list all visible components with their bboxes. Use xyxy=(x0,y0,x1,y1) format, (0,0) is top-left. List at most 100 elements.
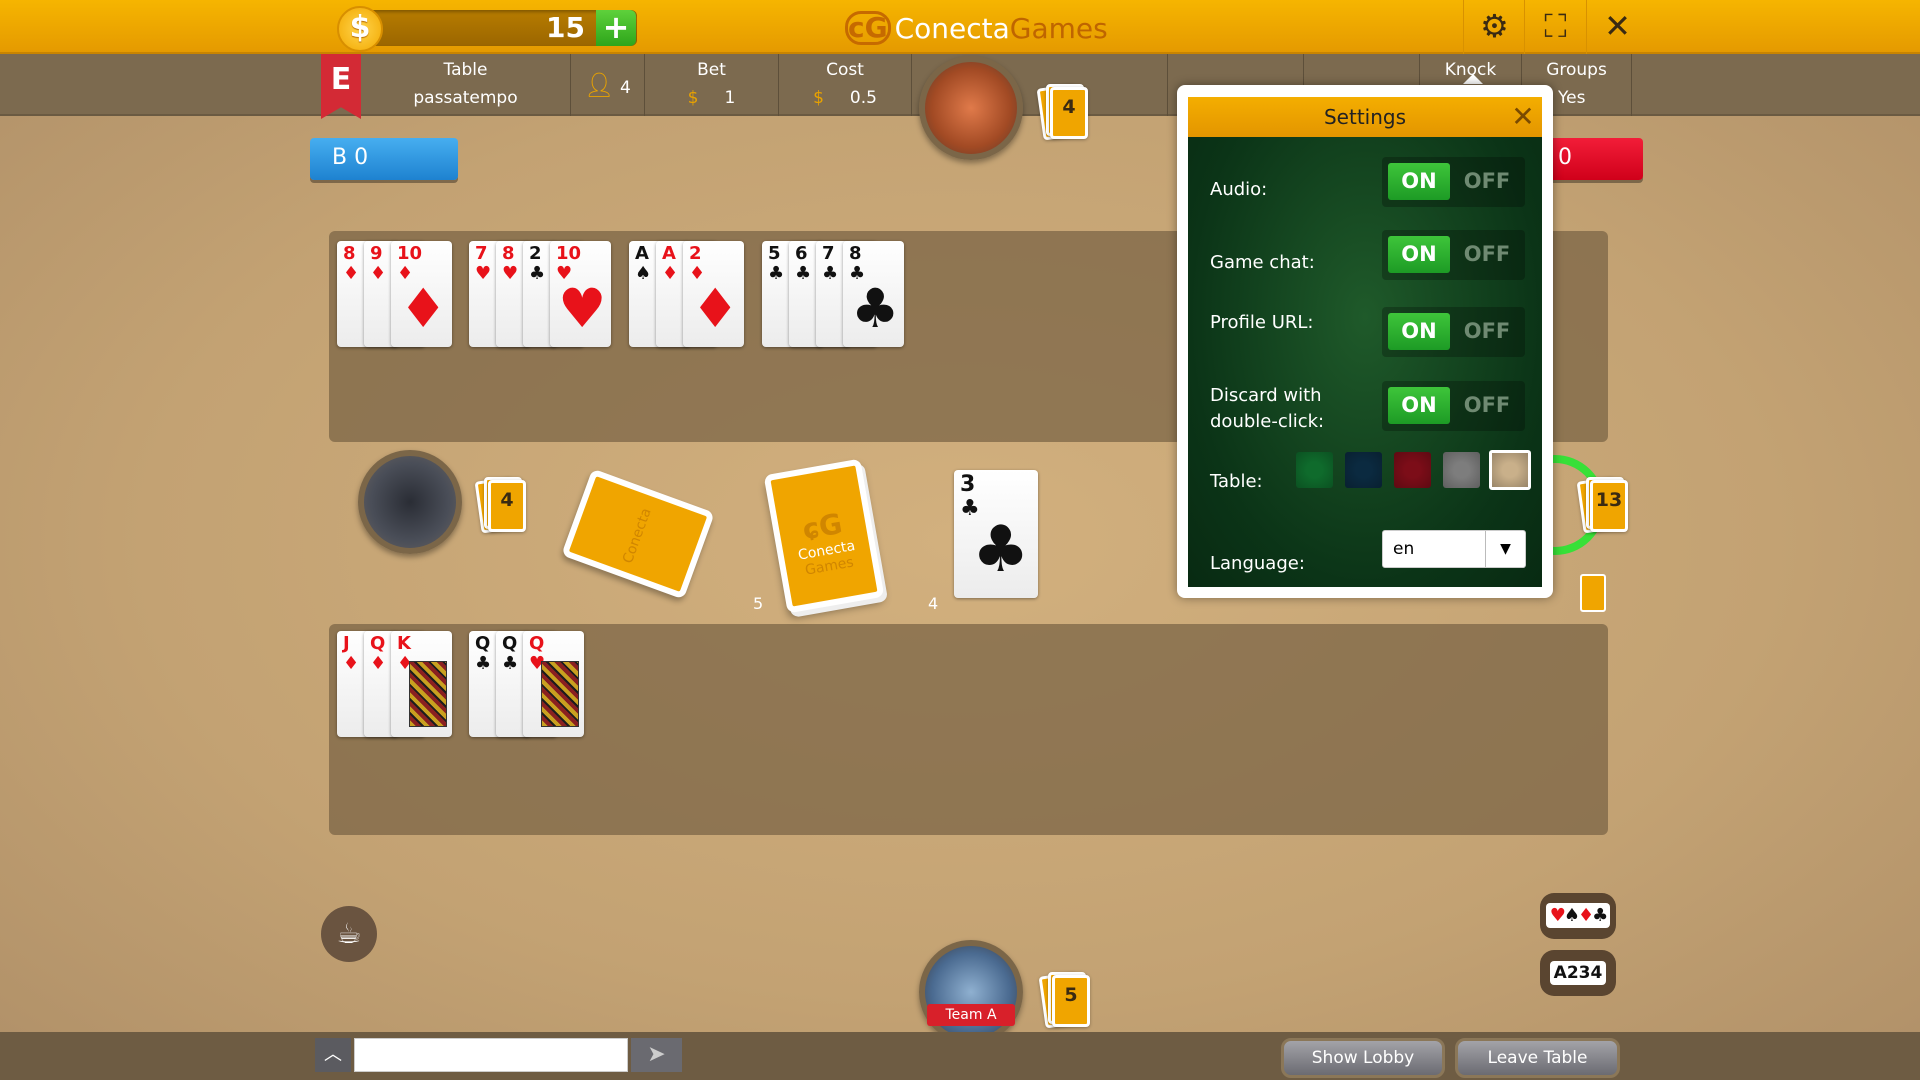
game-chat-label: Game chat: xyxy=(1210,252,1315,273)
add-coins-button[interactable]: + xyxy=(596,10,636,46)
table-name: passatempo xyxy=(413,88,518,108)
card-rank: A xyxy=(662,243,676,264)
draw-pile[interactable]: ɕG Conecta Games xyxy=(763,458,885,614)
card-rank: Q xyxy=(475,633,491,654)
bottom-player-avatar[interactable] xyxy=(919,940,1023,1044)
cost-value: 0.5 xyxy=(849,88,877,108)
card-count: 4 xyxy=(1062,96,1076,118)
suit-icon: ♦ xyxy=(399,277,448,340)
discard-pile-count: 4 xyxy=(928,594,939,613)
settings-gear-icon[interactable]: ⚙ xyxy=(1463,0,1525,54)
player-icon: 👤︎ xyxy=(584,71,615,99)
send-icon[interactable]: ➤ xyxy=(631,1038,682,1072)
audio-toggle[interactable]: ON OFF xyxy=(1382,157,1525,207)
bottom-player-hand: 5 xyxy=(1038,971,1090,1030)
card-rank: 7 xyxy=(822,243,835,264)
card-count: 4 xyxy=(500,489,514,511)
card-suit: ♦ xyxy=(343,263,360,284)
bet-label: Bet xyxy=(697,60,726,80)
card-rank: J xyxy=(343,633,350,654)
cost-label: Cost xyxy=(826,60,864,80)
card-rank: Q xyxy=(502,633,518,654)
discard-double-click-toggle[interactable]: ON OFF xyxy=(1382,381,1525,431)
card-rank: 3 xyxy=(960,472,976,497)
top-player-hand: 4 xyxy=(1036,83,1088,142)
table-color-swatch[interactable] xyxy=(1443,452,1480,488)
chevron-up-icon[interactable]: ︿ xyxy=(315,1038,351,1072)
suit-icon: ♥ xyxy=(558,277,607,340)
table-color-swatch[interactable] xyxy=(1394,452,1431,488)
table-color-swatch[interactable] xyxy=(1345,452,1382,488)
conecta-games-logo: cG Conecta Games xyxy=(845,8,1108,48)
toggle-off[interactable]: OFF xyxy=(1456,387,1518,424)
game-chat-toggle[interactable]: ON OFF xyxy=(1382,230,1525,280)
bet-value: 1 xyxy=(724,88,736,108)
table-color-swatch[interactable] xyxy=(1489,450,1531,490)
card-rank: 10 xyxy=(397,243,423,264)
profile-url-toggle[interactable]: ON OFF xyxy=(1382,307,1525,357)
chat-input[interactable] xyxy=(354,1038,628,1072)
language-select[interactable]: en ▼ xyxy=(1382,530,1526,568)
card-suit: ♣ xyxy=(822,263,839,284)
modal-pointer xyxy=(1463,74,1483,84)
table-color-label: Table: xyxy=(1210,471,1263,492)
draw-pile-count: 5 xyxy=(753,594,764,613)
coffee-break-icon[interactable]: ☕︎ xyxy=(321,906,377,962)
playing-card[interactable]: 2 ♦ ♦ xyxy=(683,241,744,347)
playing-card[interactable]: K ♦ xyxy=(391,631,452,737)
players-cell: 👤︎ 4 xyxy=(571,54,645,116)
logo-mark: cG xyxy=(845,11,891,45)
playing-card[interactable]: Q ♥ xyxy=(523,631,584,737)
card-suit: ♦ xyxy=(370,263,387,284)
playing-card[interactable]: 10 ♦ ♦ xyxy=(391,241,452,347)
dollar-icon: $ xyxy=(687,88,699,108)
cost-cell: Cost $0.5 xyxy=(779,54,912,116)
language-value: en xyxy=(1393,539,1415,559)
card-rank: 7 xyxy=(475,243,488,264)
close-settings-icon[interactable]: ✕ xyxy=(1508,100,1538,134)
toggle-off[interactable]: OFF xyxy=(1456,236,1518,273)
card-rank: 2 xyxy=(689,243,702,264)
logo-text-a: Conecta xyxy=(894,11,1010,45)
coin-icon: $ xyxy=(337,6,383,52)
left-player-avatar[interactable] xyxy=(358,450,462,554)
table-color-swatch[interactable] xyxy=(1296,452,1333,488)
toggle-off[interactable]: OFF xyxy=(1456,163,1518,200)
dollar-icon: $ xyxy=(813,88,824,108)
sort-by-rank-button[interactable]: A234 xyxy=(1540,950,1616,996)
card-suit: ♣ xyxy=(475,653,492,674)
toggle-off[interactable]: OFF xyxy=(1456,313,1518,350)
card-rank: 5 xyxy=(768,243,781,264)
leave-table-button[interactable]: Leave Table xyxy=(1455,1038,1620,1078)
playing-card[interactable]: 8 ♣ ♣ xyxy=(843,241,904,347)
bottom-bar xyxy=(0,1032,1920,1080)
top-player-avatar[interactable] xyxy=(919,56,1023,160)
card-rank: 8 xyxy=(849,243,862,264)
toggle-on: ON xyxy=(1388,163,1450,200)
discard-double-click-label: Discard with double-click: xyxy=(1210,385,1325,432)
sort-by-suit-button[interactable]: ♥♠♦♣ xyxy=(1540,893,1616,939)
settings-title: Settings xyxy=(1188,97,1542,137)
team-badge: Team A xyxy=(927,1004,1015,1026)
card-count: 5 xyxy=(1064,984,1078,1006)
bet-cell: Bet $1 xyxy=(645,54,779,116)
team-b-score: B 0 xyxy=(310,138,458,180)
right-player-hand: 13 xyxy=(1576,476,1628,535)
audio-label: Audio: xyxy=(1210,179,1268,200)
show-lobby-button[interactable]: Show Lobby xyxy=(1281,1038,1445,1078)
chevron-down-icon[interactable]: ▼ xyxy=(1485,531,1525,567)
card-suit: ♠ xyxy=(635,263,652,284)
player-count: 4 xyxy=(620,78,631,98)
card-suit: ♦ xyxy=(370,653,387,674)
close-icon[interactable]: ✕ xyxy=(1586,0,1648,54)
playing-card[interactable]: 10 ♥ ♥ xyxy=(550,241,611,347)
card-back-logo: Conecta xyxy=(619,506,655,566)
card-rank: 2 xyxy=(529,243,542,264)
card-rank: 8 xyxy=(343,243,356,264)
discard-pile-top[interactable]: 3 ♣ ♣ xyxy=(954,470,1038,598)
card-rank: 10 xyxy=(556,243,582,264)
card-suit: ♣ xyxy=(795,263,812,284)
card-rank: Q xyxy=(370,633,386,654)
fullscreen-icon[interactable]: ⛶ xyxy=(1524,0,1586,54)
toggle-on: ON xyxy=(1388,236,1450,273)
